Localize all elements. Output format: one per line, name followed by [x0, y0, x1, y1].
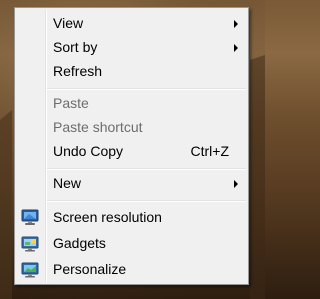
menu-item-label: New — [53, 175, 82, 191]
submenu-arrow-icon — [234, 44, 238, 52]
submenu-arrow-icon — [234, 20, 238, 28]
menu-item-label: Personalize — [53, 261, 127, 277]
menu-item-shortcut: Ctrl+Z — [190, 143, 230, 159]
menu-item-label: Paste — [53, 95, 89, 111]
submenu-arrow-icon — [234, 180, 238, 188]
personalize-icon — [21, 260, 39, 278]
menu-item-paste-shortcut[interactable]: Paste shortcut — [17, 116, 246, 138]
menu-item-refresh[interactable]: Refresh — [17, 60, 246, 82]
menu-item-label: Paste shortcut — [53, 119, 143, 135]
menu-item-personalize[interactable]: Personalize — [17, 258, 246, 280]
menu-item-label: Sort by — [53, 39, 98, 55]
menu-item-label: Undo Copy — [53, 143, 124, 159]
menu-item-view[interactable]: View — [17, 12, 246, 34]
menu-item-label: Refresh — [53, 63, 103, 79]
menu-item-label: Screen resolution — [53, 209, 162, 225]
menu-item-screen-resolution[interactable]: Screen resolution — [17, 206, 246, 228]
menu-item-sort-by[interactable]: Sort by — [17, 36, 246, 58]
screen-resolution-icon — [21, 208, 39, 226]
desktop-context-menu: View Sort by Refresh Paste Paste shortcu… — [14, 7, 249, 285]
menu-item-gadgets[interactable]: Gadgets — [17, 232, 246, 254]
menu-separator — [47, 88, 246, 90]
menu-separator — [47, 168, 246, 170]
menu-separator — [47, 200, 246, 202]
menu-item-new[interactable]: New — [17, 172, 246, 194]
menu-item-label: View — [53, 15, 84, 31]
menu-item-label: Gadgets — [53, 235, 106, 251]
gadgets-icon — [21, 234, 39, 252]
menu-item-undo-copy[interactable]: Undo Copy Ctrl+Z — [17, 140, 246, 162]
menu-item-paste[interactable]: Paste — [17, 92, 246, 114]
